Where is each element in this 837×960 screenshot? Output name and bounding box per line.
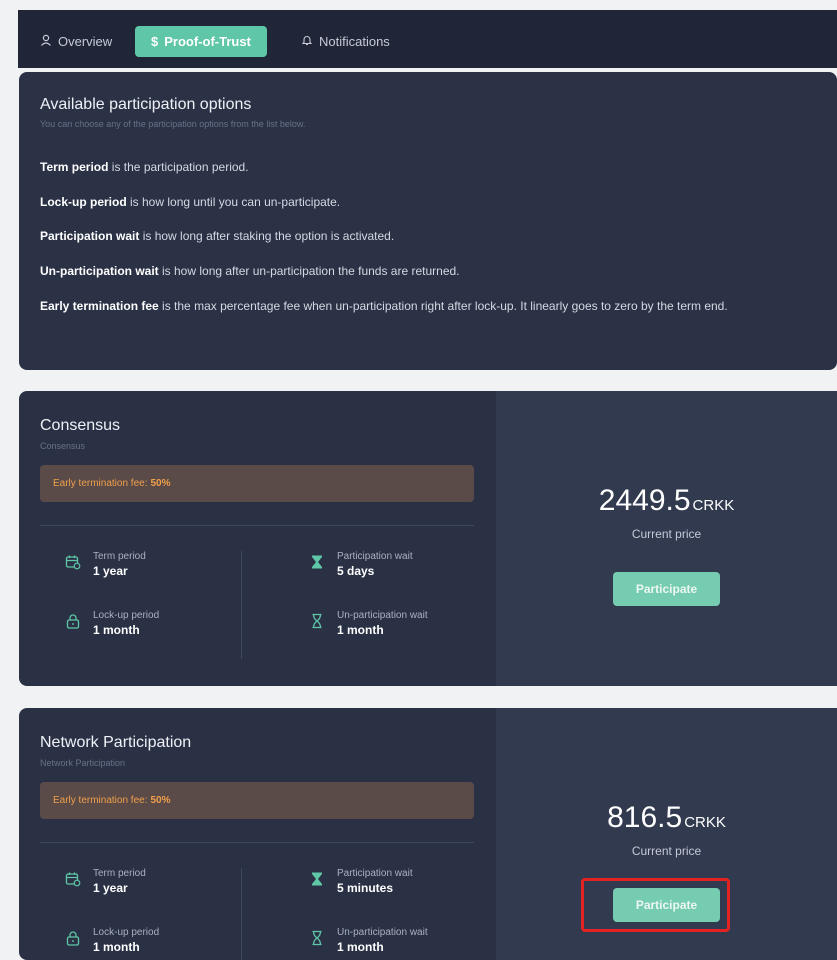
current-price-label: Current price [631,844,702,858]
lock-icon [66,614,80,629]
current-price: 816.5 CRKK [607,801,726,834]
stat-participation-wait: Participation wait 5 days [309,550,413,580]
lockup-value: 1 month [93,623,140,637]
unparticipation-wait-value: 1 month [337,623,384,637]
divider [40,842,474,843]
stat-lockup-period: Lock-up period 1 month [65,609,159,639]
highlight-box [581,878,730,932]
stat-term-period: Term period 1 year [65,550,146,580]
term-value: 1 year [93,564,128,578]
plan-title: Consensus [40,417,121,434]
tab-overview-label: Overview [58,34,113,49]
tab-proof-of-trust-label: Proof-of-Trust [164,34,251,49]
tab-notifications[interactable]: Notifications [301,26,390,57]
definition-term-period: Term period is the participation period. [40,160,249,174]
stat-lockup-period: Lock-up period 1 month [65,926,159,956]
early-termination-fee-banner: Early termination fee: 50% [40,782,474,819]
stat-participation-wait: Participation wait 5 minutes [309,867,413,897]
tab-notifications-label: Notifications [319,34,390,49]
plan-title: Network Participation [40,734,192,751]
vertical-divider [241,551,242,659]
current-price: 2449.5 CRKK [598,484,735,517]
stat-term-period: Term period 1 year [65,867,146,897]
fee-value: 50% [150,478,171,489]
user-icon [40,34,52,49]
lockup-value: 1 month [93,940,140,954]
dollar-icon: $ [151,34,159,49]
definition-participation-wait: Participation wait is how long after sta… [40,229,395,243]
participation-wait-value: 5 days [337,564,375,578]
bell-icon [301,34,313,49]
unparticipation-wait-value: 1 month [337,940,384,954]
plan-card-consensus: Consensus Consensus Early termination fe… [19,391,837,686]
lock-icon [66,931,80,946]
hourglass-filled-icon [312,872,322,886]
calendar-icon [65,555,81,570]
tab-proof-of-trust[interactable]: $ Proof-of-Trust [135,26,267,57]
early-termination-fee-banner: Early termination fee: 50% [40,465,474,502]
plan-subtitle: Consensus [40,441,86,451]
participate-button[interactable]: Participate [613,572,720,606]
stat-unparticipation-wait: Un-participation wait 1 month [309,926,428,956]
fee-value: 50% [150,795,171,806]
info-subtitle: You can choose any of the participation … [40,119,306,129]
plan-subtitle: Network Participation [40,758,126,768]
tab-overview[interactable]: Overview [40,26,112,57]
hourglass-filled-icon [312,555,322,569]
definition-unparticipation-wait: Un-participation wait is how long after … [40,264,460,278]
plan-price-panel: 2449.5 CRKK Current price Participate [496,391,837,686]
current-price-label: Current price [631,527,702,541]
term-value: 1 year [93,881,128,895]
divider [40,525,474,526]
info-title: Available participation options [40,96,252,113]
calendar-icon [65,872,81,887]
top-tab-bar: Overview $ Proof-of-Trust Notifications [18,10,837,68]
definition-lockup-period: Lock-up period is how long until you can… [40,195,341,209]
hourglass-icon [312,613,322,629]
participation-options-info: Available participation options You can … [19,72,837,370]
definition-early-termination-fee: Early termination fee is the max percent… [40,299,728,313]
participation-wait-value: 5 minutes [337,881,394,895]
stat-unparticipation-wait: Un-participation wait 1 month [309,609,428,639]
vertical-divider [241,868,242,960]
hourglass-icon [312,930,322,946]
